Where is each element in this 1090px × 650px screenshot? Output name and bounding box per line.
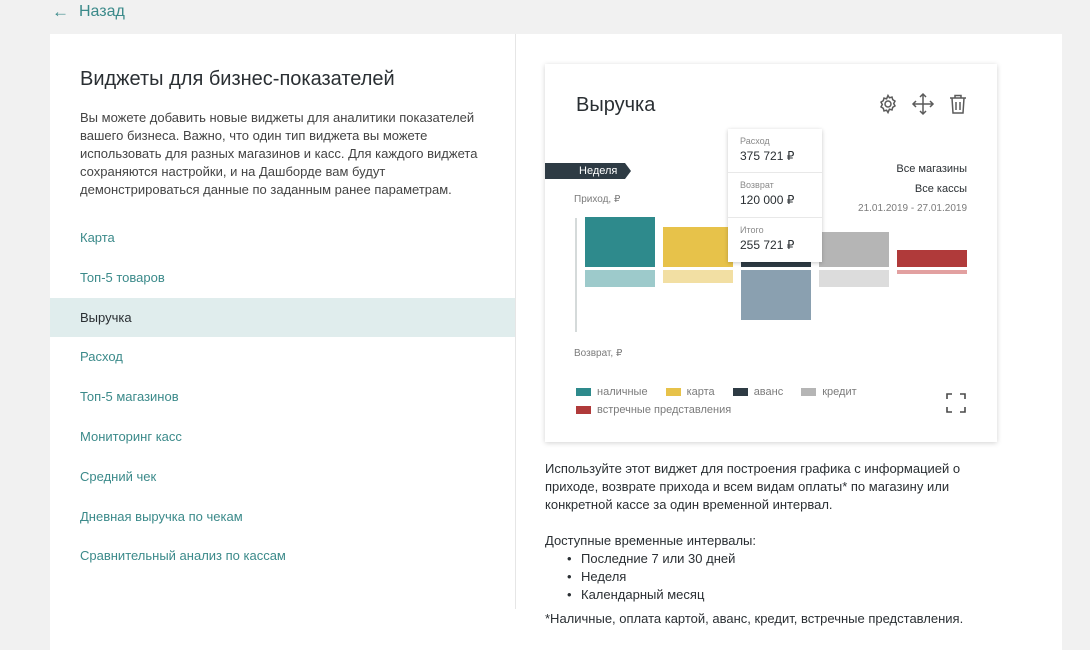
panel-divider	[515, 34, 516, 609]
page-title: Виджеты для бизнес-показателей	[80, 68, 395, 90]
menu-item-register-comparison[interactable]: Сравнительный анализ по кассам	[50, 536, 515, 576]
chart-legend: наличные карта аванс кредит встречные пр…	[576, 383, 896, 419]
tooltip-expense-label: Расход	[740, 136, 770, 146]
page-description: Вы можете добавить новые виджеты для ана…	[80, 110, 478, 197]
legend-item-card: карта	[665, 386, 715, 398]
menu-item-register-monitoring[interactable]: Мониторинг касс	[50, 417, 515, 457]
info-text: Используйте этот виджет для построения г…	[545, 461, 961, 512]
interval-item: Последние 7 или 30 дней	[567, 550, 975, 568]
menu-item-map[interactable]: Карта	[50, 218, 515, 258]
tooltip-return: Возврат 120 000 ₽	[728, 173, 822, 218]
menu-item-daily-revenue[interactable]: Дневная выручка по чекам	[50, 497, 515, 537]
expand-icon[interactable]	[945, 392, 967, 414]
legend-swatch	[732, 388, 748, 396]
chart-tooltip: Расход 375 721 ₽ Возврат 120 000 ₽ Итого…	[728, 129, 822, 262]
legend-swatch	[801, 388, 817, 396]
revenue-widget-preview: Выручка Неделя Все магазины Все кассы 21…	[545, 64, 997, 442]
menu-item-expense[interactable]: Расход	[50, 337, 515, 377]
return-bar	[897, 270, 967, 274]
income-bar	[819, 232, 889, 267]
tooltip-expense-value: 375 721 ₽	[740, 149, 795, 163]
menu-item-revenue[interactable]: Выручка	[50, 297, 515, 338]
widget-actions	[876, 92, 970, 116]
register-filter-label: Все кассы	[914, 183, 967, 195]
legend-swatch	[576, 406, 591, 414]
top-bar: ← Назад	[0, 0, 1090, 34]
move-icon[interactable]	[911, 92, 935, 116]
return-bar	[585, 270, 655, 287]
legend-item-counter-provision: встречные представления	[576, 404, 731, 416]
tooltip-total: Итого 255 721 ₽	[728, 218, 822, 262]
tooltip-expense: Расход 375 721 ₽	[728, 129, 822, 174]
income-bar	[897, 250, 967, 267]
return-bar	[663, 270, 733, 283]
store-filter-label: Все магазины	[896, 163, 967, 175]
back-link-label: Назад	[79, 3, 125, 20]
gear-icon[interactable]	[876, 92, 900, 116]
date-range: 21.01.2019 - 27.01.2019	[858, 203, 967, 214]
legend-swatch	[665, 388, 681, 396]
back-link[interactable]: ← Назад	[52, 2, 125, 22]
legend-swatch	[576, 388, 591, 396]
menu-item-top5-products[interactable]: Топ-5 товаров	[50, 258, 515, 298]
legend-item-advance: аванс	[732, 386, 783, 398]
tooltip-total-label: Итого	[740, 224, 764, 235]
menu-item-top5-stores[interactable]: Топ-5 магазинов	[50, 377, 515, 417]
intervals-list: Последние 7 или 30 дней Неделя Календарн…	[545, 550, 975, 604]
widget-menu: Карта Топ-5 товаров Выручка Расход Топ-5…	[50, 218, 515, 576]
widget-title: Выручка	[576, 94, 656, 116]
menu-item-average-check[interactable]: Средний чек	[50, 457, 515, 497]
intervals-title: Доступные временные интервалы:	[545, 533, 757, 548]
trash-icon[interactable]	[946, 92, 970, 116]
interval-item: Неделя	[567, 568, 975, 586]
interval-item: Календарный месяц	[567, 586, 975, 604]
main-card: Виджеты для бизнес-показателей Вы можете…	[50, 34, 1062, 650]
return-axis-label: Возврат, ₽	[574, 348, 623, 359]
legend-item-cash: наличные	[576, 386, 648, 398]
return-bar	[741, 270, 811, 320]
return-bar	[819, 270, 889, 287]
period-badge: Неделя	[545, 163, 631, 179]
income-axis-label: Приход, ₽	[574, 194, 621, 205]
info-footnote: *Наличные, оплата картой, аванс, кредит,…	[545, 611, 964, 626]
tooltip-return-value: 120 000 ₽	[740, 193, 795, 208]
income-bar	[585, 217, 655, 267]
income-bar	[663, 227, 733, 267]
tooltip-total-value: 255 721 ₽	[740, 237, 795, 252]
arrow-left-icon: ←	[52, 2, 69, 21]
widget-info: Используйте этот виджет для построения г…	[545, 460, 975, 628]
tooltip-return-label: Возврат	[740, 180, 774, 191]
legend-item-credit: кредит	[801, 386, 857, 398]
